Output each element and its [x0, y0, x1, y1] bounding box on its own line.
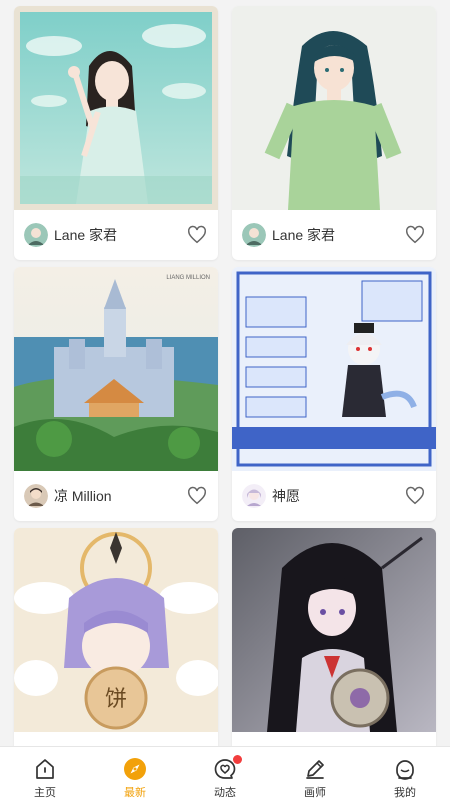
like-heart-icon[interactable]	[186, 224, 208, 246]
tab-home[interactable]: 主页	[0, 747, 90, 800]
tab-profile[interactable]: 我的	[360, 747, 450, 800]
tab-label: 主页	[34, 787, 56, 799]
artwork-image[interactable]	[14, 6, 218, 210]
mooncake-character: 饼	[105, 687, 127, 712]
artwork-card[interactable]	[232, 528, 436, 746]
card-meta: Lane 家君	[14, 210, 218, 260]
author-name[interactable]: Lane 家君	[54, 225, 186, 245]
notification-badge	[233, 755, 242, 764]
card-meta: 神愿	[232, 471, 436, 521]
like-heart-icon[interactable]	[186, 485, 208, 507]
artwork-card[interactable]: 饼	[14, 528, 218, 746]
pen-icon	[303, 757, 327, 781]
artwork-card[interactable]: 神愿	[232, 267, 436, 521]
author-avatar[interactable]	[24, 484, 48, 508]
author-avatar[interactable]	[242, 484, 266, 508]
card-meta: Lane 家君	[232, 210, 436, 260]
like-heart-icon[interactable]	[404, 224, 426, 246]
artwork-signature: LIANG MILLION	[166, 275, 210, 281]
tab-latest[interactable]: 最新	[90, 747, 180, 800]
like-heart-icon[interactable]	[404, 485, 426, 507]
home-icon	[33, 757, 57, 781]
artwork-image[interactable]	[232, 267, 436, 471]
artwork-image[interactable]	[232, 6, 436, 210]
tab-label: 动态	[214, 787, 236, 799]
tab-label: 画师	[304, 787, 326, 799]
author-name[interactable]: 凉 Million	[54, 486, 186, 506]
author-name[interactable]: 神愿	[272, 486, 404, 506]
artwork-card[interactable]: LIANG MILLION 凉 Million	[14, 267, 218, 521]
author-avatar[interactable]	[242, 223, 266, 247]
card-meta: 凉 Million	[14, 471, 218, 521]
bottom-tab-bar: 主页 最新 动态 画师 我的	[0, 746, 450, 800]
tab-activity[interactable]: 动态	[180, 747, 270, 800]
artwork-card[interactable]: Lane 家君	[14, 6, 218, 260]
artwork-image[interactable]: 饼	[14, 528, 218, 732]
artwork-feed: Lane 家君 Lane 家君 LIANG MILLION 凉 Million …	[0, 0, 450, 746]
tab-label: 最新	[124, 787, 146, 799]
tab-label: 我的	[394, 787, 416, 799]
artwork-image[interactable]: LIANG MILLION	[14, 267, 218, 471]
profile-icon	[393, 757, 417, 781]
author-avatar[interactable]	[24, 223, 48, 247]
author-name[interactable]: Lane 家君	[272, 225, 404, 245]
tab-artists[interactable]: 画师	[270, 747, 360, 800]
artwork-image[interactable]	[232, 528, 436, 732]
compass-icon	[123, 757, 147, 781]
artwork-card[interactable]: Lane 家君	[232, 6, 436, 260]
